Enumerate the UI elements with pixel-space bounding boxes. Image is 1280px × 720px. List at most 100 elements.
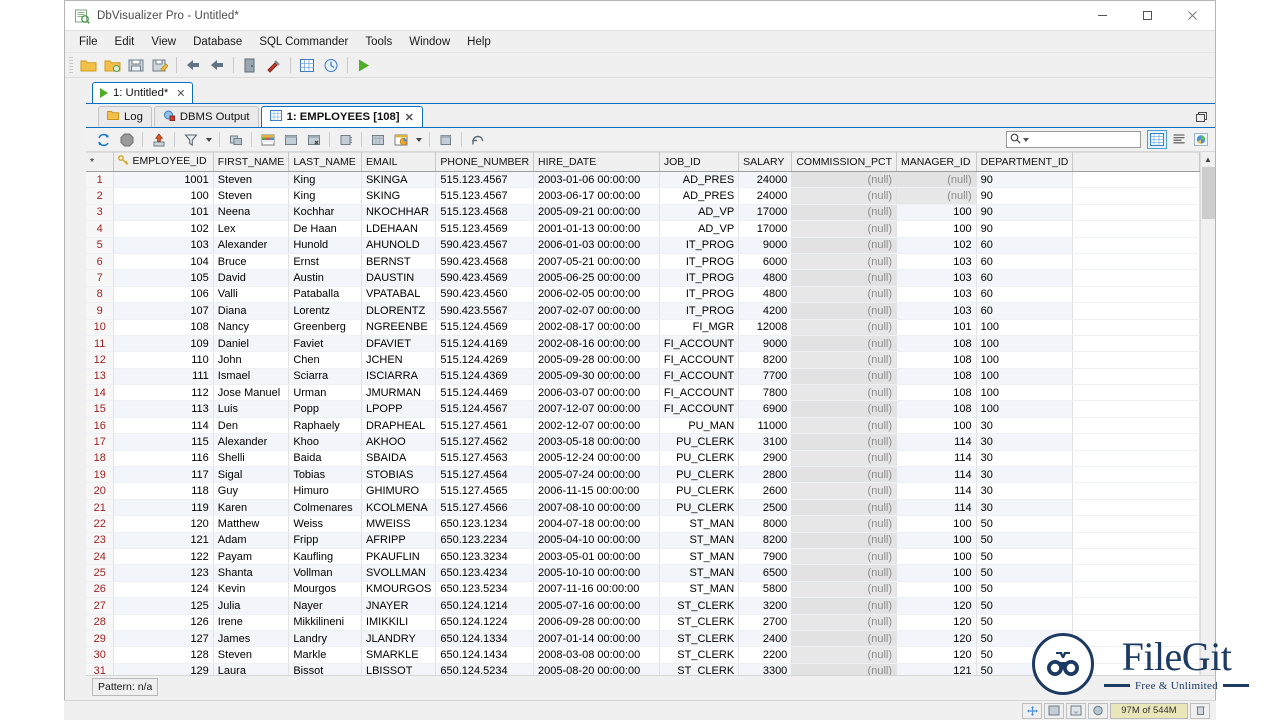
table-cell[interactable]: 4800 (739, 286, 792, 302)
table-cell[interactable]: Irene (213, 614, 289, 630)
table-cell[interactable]: PKAUFLIN (361, 548, 435, 564)
table-cell[interactable]: IT_PROG (659, 303, 738, 319)
table-cell[interactable]: 112 (114, 385, 213, 401)
table-cell-null[interactable]: (null) (792, 450, 897, 466)
table-cell[interactable]: 120 (114, 516, 213, 532)
table-cell[interactable]: Baida (289, 450, 362, 466)
table-cell[interactable]: 100 (897, 204, 977, 220)
table-cell[interactable]: Alexander (213, 434, 289, 450)
table-cell[interactable]: 650.123.4234 (436, 565, 534, 581)
insert-row-icon[interactable] (257, 130, 278, 150)
menu-edit[interactable]: Edit (107, 33, 143, 51)
table-cell[interactable]: NGREENBE (361, 319, 435, 335)
table-row[interactable]: 21119KarenColmenaresKCOLMENA515.127.4566… (86, 499, 1200, 515)
result-grid[interactable]: * EMPLOYEE_ID FIRST_NAME LAST_NAME EMAIL… (86, 152, 1200, 675)
table-cell[interactable]: 50 (976, 516, 1073, 532)
table-cell[interactable]: 515.127.4561 (436, 417, 534, 433)
search-dropdown-icon[interactable] (1023, 138, 1029, 142)
table-row[interactable]: 3101NeenaKochharNKOCHHAR515.123.45682005… (86, 204, 1200, 220)
table-cell[interactable]: 2400 (739, 630, 792, 646)
table-cell[interactable]: 2002-12-07 00:00:00 (534, 417, 660, 433)
table-row[interactable]: 11001StevenKingSKINGA515.123.45672003-01… (86, 172, 1200, 188)
delete-row-icon[interactable] (303, 130, 324, 150)
table-cell[interactable]: 8200 (739, 532, 792, 548)
new-sql-commander-icon[interactable] (296, 55, 318, 76)
table-cell[interactable]: 12008 (739, 319, 792, 335)
table-cell[interactable]: Landry (289, 630, 362, 646)
scroll-up-icon[interactable]: ▲ (1201, 152, 1216, 167)
table-cell[interactable]: 121 (897, 663, 977, 675)
table-cell[interactable]: Weiss (289, 516, 362, 532)
table-row[interactable]: 10108NancyGreenbergNGREENBE515.124.45692… (86, 319, 1200, 335)
table-cell[interactable]: 7900 (739, 548, 792, 564)
table-cell[interactable]: 108 (897, 352, 977, 368)
row-number[interactable]: 30 (86, 647, 114, 663)
table-cell[interactable]: James (213, 630, 289, 646)
table-cell[interactable]: 90 (976, 188, 1073, 204)
table-cell[interactable]: 103 (114, 237, 213, 253)
table-cell[interactable]: 100 (897, 221, 977, 237)
table-cell[interactable]: KCOLMENA (361, 499, 435, 515)
table-cell-null[interactable]: (null) (792, 647, 897, 663)
header-employee-id[interactable]: EMPLOYEE_ID (114, 153, 213, 172)
row-number[interactable]: 19 (86, 467, 114, 483)
table-cell[interactable]: 2005-12-24 00:00:00 (534, 450, 660, 466)
table-cell[interactable]: Bissot (289, 663, 362, 675)
table-row[interactable]: 19117SigalTobiasSTOBIAS515.127.45642005-… (86, 467, 1200, 483)
table-cell[interactable]: 103 (897, 253, 977, 269)
table-cell[interactable]: 7800 (739, 385, 792, 401)
table-cell[interactable]: PU_CLERK (659, 483, 738, 499)
table-row[interactable]: 31129LauraBissotLBISSOT650.124.52342005-… (86, 663, 1200, 675)
table-cell[interactable]: 126 (114, 614, 213, 630)
table-cell[interactable]: Julia (213, 598, 289, 614)
database-connect-icon[interactable] (239, 55, 261, 76)
table-cell[interactable]: 113 (114, 401, 213, 417)
table-cell[interactable]: 650.124.5234 (436, 663, 534, 675)
table-cell[interactable]: Daniel (213, 335, 289, 351)
table-cell[interactable]: 114 (114, 417, 213, 433)
table-cell[interactable]: 101 (897, 319, 977, 335)
table-cell[interactable]: AD_VP (659, 221, 738, 237)
header-department-id[interactable]: DEPARTMENT_ID (976, 153, 1073, 172)
table-cell[interactable]: 515.124.4369 (436, 368, 534, 384)
table-cell[interactable]: 30 (976, 499, 1073, 515)
open-recent-icon[interactable] (101, 55, 123, 76)
table-cell[interactable]: 100 (976, 368, 1073, 384)
table-cell[interactable]: 116 (114, 450, 213, 466)
table-cell[interactable]: 50 (976, 581, 1073, 597)
table-cell[interactable]: 650.123.3234 (436, 548, 534, 564)
row-number[interactable]: 9 (86, 303, 114, 319)
row-number[interactable]: 10 (86, 319, 114, 335)
header-job-id[interactable]: JOB_ID (659, 153, 738, 172)
table-cell[interactable]: 17000 (739, 204, 792, 220)
row-number[interactable]: 3 (86, 204, 114, 220)
table-cell[interactable]: 2900 (739, 450, 792, 466)
table-cell[interactable]: Neena (213, 204, 289, 220)
stop-icon[interactable] (116, 130, 137, 150)
table-cell[interactable]: 2800 (739, 467, 792, 483)
table-cell-null[interactable]: (null) (792, 467, 897, 483)
table-cell[interactable]: 9000 (739, 237, 792, 253)
close-button[interactable] (1170, 1, 1215, 31)
table-cell[interactable]: 590.423.4567 (436, 237, 534, 253)
table-cell[interactable]: 515.127.4562 (436, 434, 534, 450)
table-cell[interactable]: LPOPP (361, 401, 435, 417)
table-cell[interactable]: 60 (976, 286, 1073, 302)
table-cell[interactable]: 3300 (739, 663, 792, 675)
menu-help[interactable]: Help (459, 33, 499, 51)
menu-file[interactable]: File (71, 33, 106, 51)
table-cell[interactable]: 2003-05-01 00:00:00 (534, 548, 660, 564)
header-hire-date[interactable]: HIRE_DATE (534, 153, 660, 172)
table-row[interactable]: 14112Jose ManuelUrmanJMURMAN515.124.4469… (86, 385, 1200, 401)
table-cell[interactable]: 8000 (739, 516, 792, 532)
table-cell[interactable]: LBISSOT (361, 663, 435, 675)
table-cell[interactable]: JCHEN (361, 352, 435, 368)
table-cell[interactable]: 102 (114, 221, 213, 237)
table-cell[interactable]: FI_ACCOUNT (659, 335, 738, 351)
table-cell[interactable]: BERNST (361, 253, 435, 269)
table-cell[interactable]: PU_CLERK (659, 450, 738, 466)
table-cell[interactable]: 2003-01-06 00:00:00 (534, 172, 660, 188)
table-cell[interactable]: SMARKLE (361, 647, 435, 663)
table-cell[interactable]: FI_ACCOUNT (659, 368, 738, 384)
header-row-marker[interactable]: * (86, 153, 114, 172)
